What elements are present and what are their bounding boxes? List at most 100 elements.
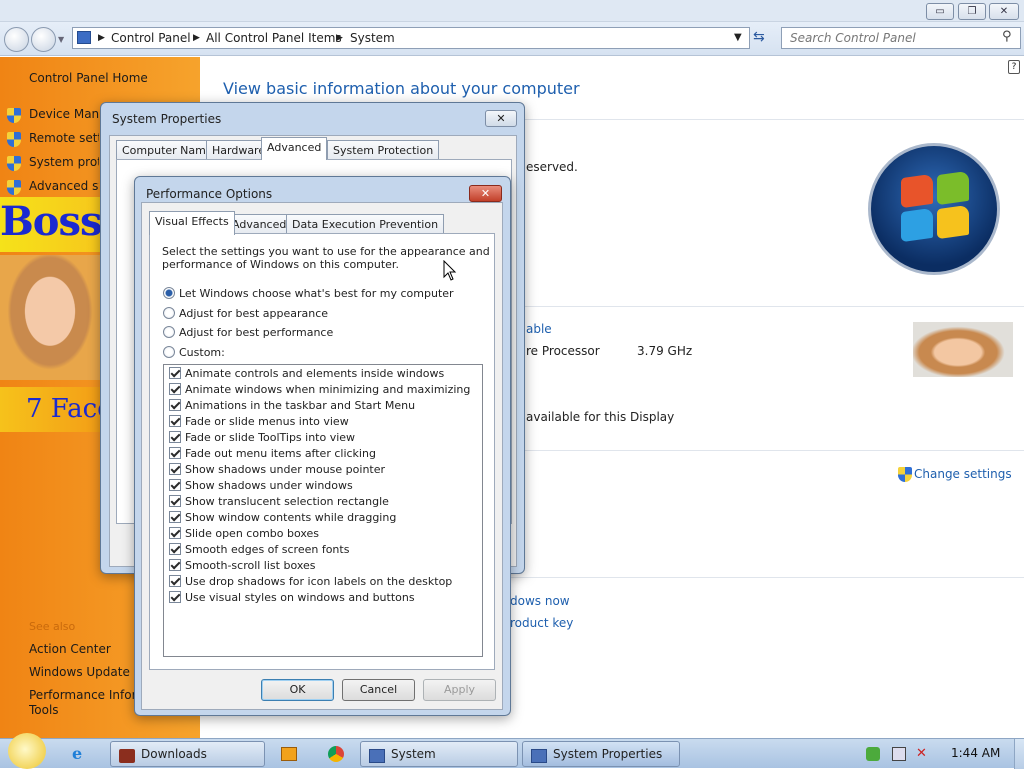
refresh-icon[interactable]: ⇆ <box>753 29 765 45</box>
radio-best-performance-label[interactable]: Adjust for best performance <box>179 326 333 339</box>
forward-button[interactable] <box>31 27 56 52</box>
tab-perf-advanced[interactable]: Advanced <box>226 214 293 234</box>
logo-green <box>937 170 969 206</box>
page-title: View basic information about your comput… <box>223 79 580 98</box>
control-panel-home-link[interactable]: Control Panel Home <box>29 71 148 85</box>
radio-let-windows-choose[interactable] <box>163 287 175 299</box>
close-icon[interactable]: ✕ <box>485 110 517 127</box>
effect-checkbox[interactable]: Slide open combo boxes <box>169 527 319 543</box>
breadcrumb-all-items[interactable]: All Control Panel Items <box>206 31 342 45</box>
effect-label: Show translucent selection rectangle <box>185 495 389 508</box>
effect-checkbox[interactable]: Show shadows under windows <box>169 479 353 495</box>
effect-checkbox[interactable]: Fade or slide ToolTips into view <box>169 431 355 447</box>
effect-label: Show shadows under mouse pointer <box>185 463 386 476</box>
radio-custom[interactable] <box>163 346 175 358</box>
effect-checkbox[interactable]: Use visual styles on windows and buttons <box>169 591 415 607</box>
windows-update-link[interactable]: Windows Update <box>29 665 130 679</box>
user-photo <box>913 322 1013 377</box>
effect-checkbox[interactable]: Show shadows under mouse pointer <box>169 463 385 479</box>
effect-label: Use visual styles on windows and buttons <box>185 591 415 604</box>
tab-system-protection[interactable]: System Protection <box>327 140 440 160</box>
show-desktop-button[interactable] <box>1014 739 1024 769</box>
effect-checkbox[interactable]: Show window contents while dragging <box>169 511 396 527</box>
mouse-cursor-icon <box>443 260 457 281</box>
action-center-link[interactable]: Action Center <box>29 642 111 656</box>
checkbox-checked[interactable] <box>169 591 181 603</box>
checkbox-checked[interactable] <box>169 479 181 491</box>
cancel-button[interactable]: Cancel <box>342 679 415 701</box>
performance-tools-link[interactable]: Tools <box>29 703 59 717</box>
back-button[interactable] <box>4 27 29 52</box>
checkbox-checked[interactable] <box>169 575 181 587</box>
taskbar-item-system[interactable]: System <box>360 741 518 767</box>
tab-advanced[interactable]: Advanced <box>261 137 328 160</box>
remote-settings-link[interactable]: Remote settin <box>29 131 99 145</box>
radio-custom-label[interactable]: Custom: <box>179 346 225 359</box>
ok-button[interactable]: OK <box>261 679 334 701</box>
search-icon[interactable]: ⚲ <box>1002 29 1012 44</box>
search-input[interactable]: Search Control Panel ⚲ <box>781 27 1021 49</box>
effect-checkbox[interactable]: Animations in the taskbar and Start Menu <box>169 399 415 415</box>
recent-pages-icon[interactable]: ▼ <box>58 35 64 44</box>
minimize-button[interactable]: ▭ <box>926 3 954 20</box>
tab-visual-effects[interactable]: Visual Effects <box>149 211 235 235</box>
copyright-text: eserved. <box>526 160 578 174</box>
chrome-icon[interactable] <box>328 746 344 762</box>
taskbar: e Downloads System System Properties ✕ 1… <box>0 733 1024 769</box>
effect-checkbox[interactable]: Animate controls and elements inside win… <box>169 367 444 383</box>
effect-checkbox[interactable]: Animate windows when minimizing and maxi… <box>169 383 470 399</box>
breadcrumb-control-panel[interactable]: Control Panel <box>111 31 191 45</box>
checkbox-checked[interactable] <box>169 447 181 459</box>
activate-windows-link[interactable]: dows now <box>510 594 570 608</box>
effect-label: Fade out menu items after clicking <box>185 447 376 460</box>
checkbox-checked[interactable] <box>169 463 181 475</box>
change-settings-link[interactable]: Change settings <box>914 467 1012 481</box>
change-product-key-link[interactable]: roduct key <box>510 616 573 630</box>
internet-explorer-icon[interactable]: e <box>72 744 82 763</box>
taskbar-item-downloads[interactable]: Downloads <box>110 741 265 767</box>
network-tray-icon[interactable] <box>892 747 906 761</box>
checkbox-checked[interactable] <box>169 495 181 507</box>
effect-checkbox[interactable]: Show translucent selection rectangle <box>169 495 389 511</box>
radio-best-appearance-label[interactable]: Adjust for best appearance <box>179 307 328 320</box>
tab-computer-name[interactable]: Computer Name <box>116 140 219 160</box>
volume-muted-icon[interactable]: ✕ <box>916 746 927 761</box>
apply-button[interactable]: Apply <box>423 679 496 701</box>
system-protection-link[interactable]: System prote <box>29 155 99 169</box>
device-manager-link[interactable]: Device Manag <box>29 107 99 121</box>
taskbar-item-label: System <box>391 747 436 761</box>
effect-checkbox[interactable]: Use drop shadows for icon labels on the … <box>169 575 452 591</box>
rating-link[interactable]: able <box>526 322 552 336</box>
effect-checkbox[interactable]: Fade out menu items after clicking <box>169 447 376 463</box>
start-button[interactable] <box>8 733 46 769</box>
checkbox-checked[interactable] <box>169 527 181 539</box>
checkbox-checked[interactable] <box>169 399 181 411</box>
effect-checkbox[interactable]: Smooth-scroll list boxes <box>169 559 316 575</box>
system-properties-icon <box>531 749 547 763</box>
radio-best-appearance[interactable] <box>163 307 175 319</box>
address-bar[interactable]: ▶ Control Panel ▶ All Control Panel Item… <box>72 27 750 49</box>
advanced-system-settings-link[interactable]: Advanced sys <box>29 179 99 193</box>
checkbox-checked[interactable] <box>169 431 181 443</box>
checkbox-checked[interactable] <box>169 543 181 555</box>
checkbox-checked[interactable] <box>169 367 181 379</box>
radio-let-windows-choose-label[interactable]: Let Windows choose what's best for my co… <box>179 287 454 300</box>
restore-button[interactable]: ❐ <box>958 3 986 20</box>
breadcrumb-system[interactable]: System <box>350 31 395 45</box>
action-center-tray-icon[interactable] <box>866 747 880 761</box>
effect-checkbox[interactable]: Smooth edges of screen fonts <box>169 543 349 559</box>
taskbar-item-system-properties[interactable]: System Properties <box>522 741 680 767</box>
media-player-icon[interactable] <box>281 747 297 761</box>
help-icon[interactable]: ? <box>1008 60 1020 74</box>
close-icon[interactable]: ✕ <box>469 185 502 202</box>
radio-best-performance[interactable] <box>163 326 175 338</box>
checkbox-checked[interactable] <box>169 511 181 523</box>
address-dropdown-icon[interactable]: ▼ <box>734 32 742 43</box>
checkbox-checked[interactable] <box>169 383 181 395</box>
effect-checkbox[interactable]: Fade or slide menus into view <box>169 415 349 431</box>
checkbox-checked[interactable] <box>169 559 181 571</box>
checkbox-checked[interactable] <box>169 415 181 427</box>
close-button[interactable]: ✕ <box>989 3 1019 20</box>
clock[interactable]: 1:44 AM <box>951 746 1000 760</box>
tab-data-execution-prevention[interactable]: Data Execution Prevention <box>286 214 445 234</box>
